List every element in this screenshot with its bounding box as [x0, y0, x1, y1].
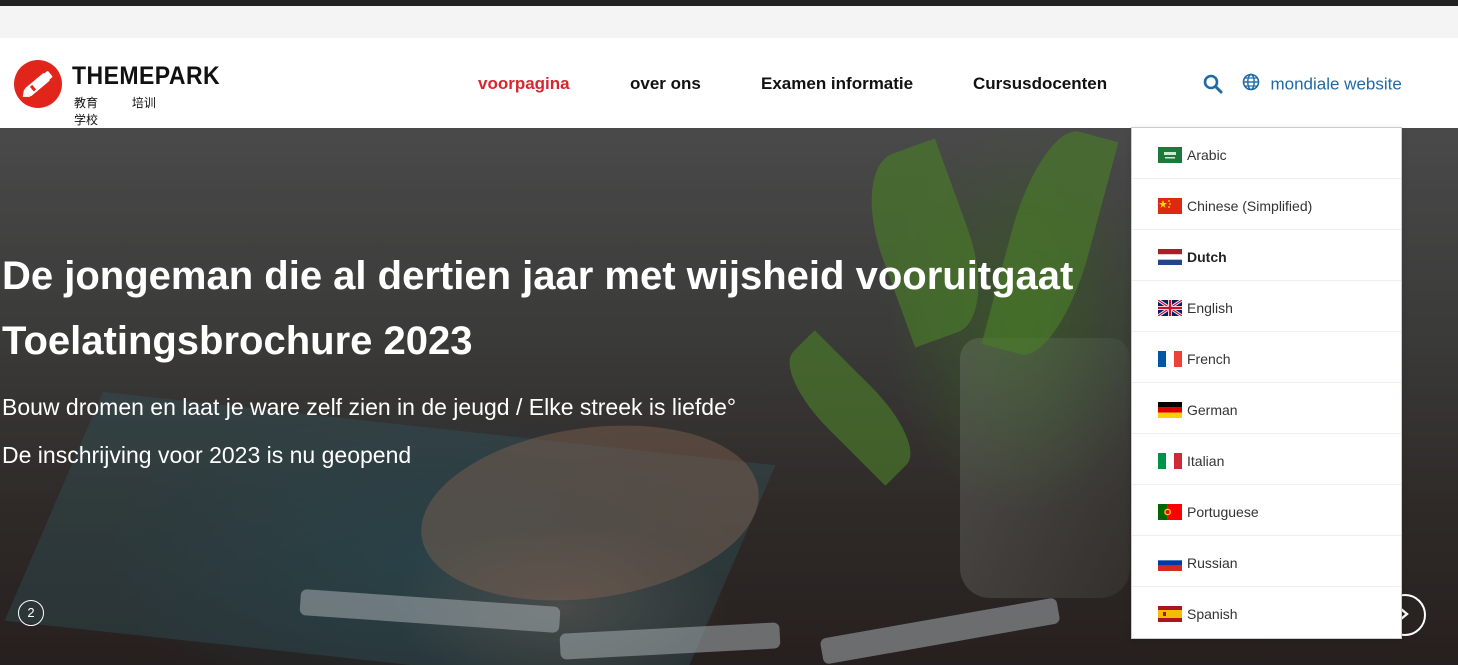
language-option-label: French: [1187, 351, 1231, 367]
language-option-french[interactable]: French: [1132, 332, 1401, 383]
language-switcher[interactable]: mondiale website: [1242, 73, 1402, 96]
top-utility-bar: [0, 6, 1458, 38]
france-flag-icon: [1158, 351, 1182, 367]
language-option-italian[interactable]: Italian: [1132, 434, 1401, 485]
language-option-russian[interactable]: Russian: [1132, 536, 1401, 587]
site-logo[interactable]: THEMEPARK 教育 培训 学校: [14, 60, 224, 127]
language-option-chinese-simplified[interactable]: Chinese (Simplified): [1132, 179, 1401, 230]
globe-icon: [1242, 73, 1260, 96]
netherlands-flag-icon: [1158, 249, 1182, 265]
nav-item-cursusdocenten[interactable]: Cursusdocenten: [973, 74, 1107, 94]
hero-tagline: Bouw dromen en laat je ware zelf zien in…: [2, 394, 737, 420]
brand-subtitle-2: 培训: [131, 96, 156, 110]
saudi-arabia-flag-icon: [1158, 147, 1182, 163]
language-option-german[interactable]: German: [1132, 383, 1401, 434]
logo-brush-icon: [14, 60, 62, 108]
nav-item-examen-informatie[interactable]: Examen informatie: [761, 74, 913, 94]
spain-flag-icon: [1158, 606, 1182, 622]
brand-name: THEMEPARK: [72, 62, 221, 90]
language-option-label: Dutch: [1187, 249, 1227, 265]
brand-subtitle: 教育 培训 学校: [74, 94, 224, 128]
china-flag-icon: [1158, 198, 1182, 214]
search-icon[interactable]: [1203, 74, 1223, 94]
germany-flag-icon: [1158, 402, 1182, 418]
uk-flag-icon: [1158, 300, 1182, 316]
language-option-label: Arabic: [1187, 147, 1227, 163]
portugal-flag-icon: [1158, 504, 1182, 520]
brand-subtitle-3: 学校: [74, 113, 99, 127]
language-option-english[interactable]: English: [1132, 281, 1401, 332]
language-option-label: Portuguese: [1187, 504, 1259, 520]
hero-headline: De jongeman die al dertien jaar met wijs…: [2, 254, 1074, 298]
hero-enrollment-note: De inschrijving voor 2023 is nu geopend: [2, 442, 412, 468]
brand-subtitle-1: 教育: [74, 96, 99, 110]
nav-item-over-ons[interactable]: over ons: [630, 74, 701, 94]
slide-indicator[interactable]: 2: [18, 600, 44, 626]
site-header: THEMEPARK 教育 培训 学校 voorpagina over ons E…: [0, 38, 1458, 128]
hero-subheadline: Toelatingsbrochure 2023: [2, 319, 473, 363]
language-option-label: Spanish: [1187, 606, 1238, 622]
language-option-label: German: [1187, 402, 1238, 418]
russia-flag-icon: [1158, 555, 1182, 571]
language-option-portuguese[interactable]: Portuguese: [1132, 485, 1401, 536]
nav-item-voorpagina[interactable]: voorpagina: [478, 74, 570, 94]
language-option-label: English: [1187, 300, 1233, 316]
language-option-label: Chinese (Simplified): [1187, 198, 1313, 214]
language-dropdown: Arabic Chinese (Simplified) Dutch Englis…: [1131, 127, 1402, 639]
italy-flag-icon: [1158, 453, 1182, 469]
language-option-label: Italian: [1187, 453, 1225, 469]
language-switch-label: mondiale website: [1270, 74, 1402, 94]
language-option-spanish[interactable]: Spanish: [1132, 587, 1401, 637]
language-option-dutch[interactable]: Dutch: [1132, 230, 1401, 281]
language-option-label: Russian: [1187, 555, 1238, 571]
language-option-arabic[interactable]: Arabic: [1132, 128, 1401, 179]
